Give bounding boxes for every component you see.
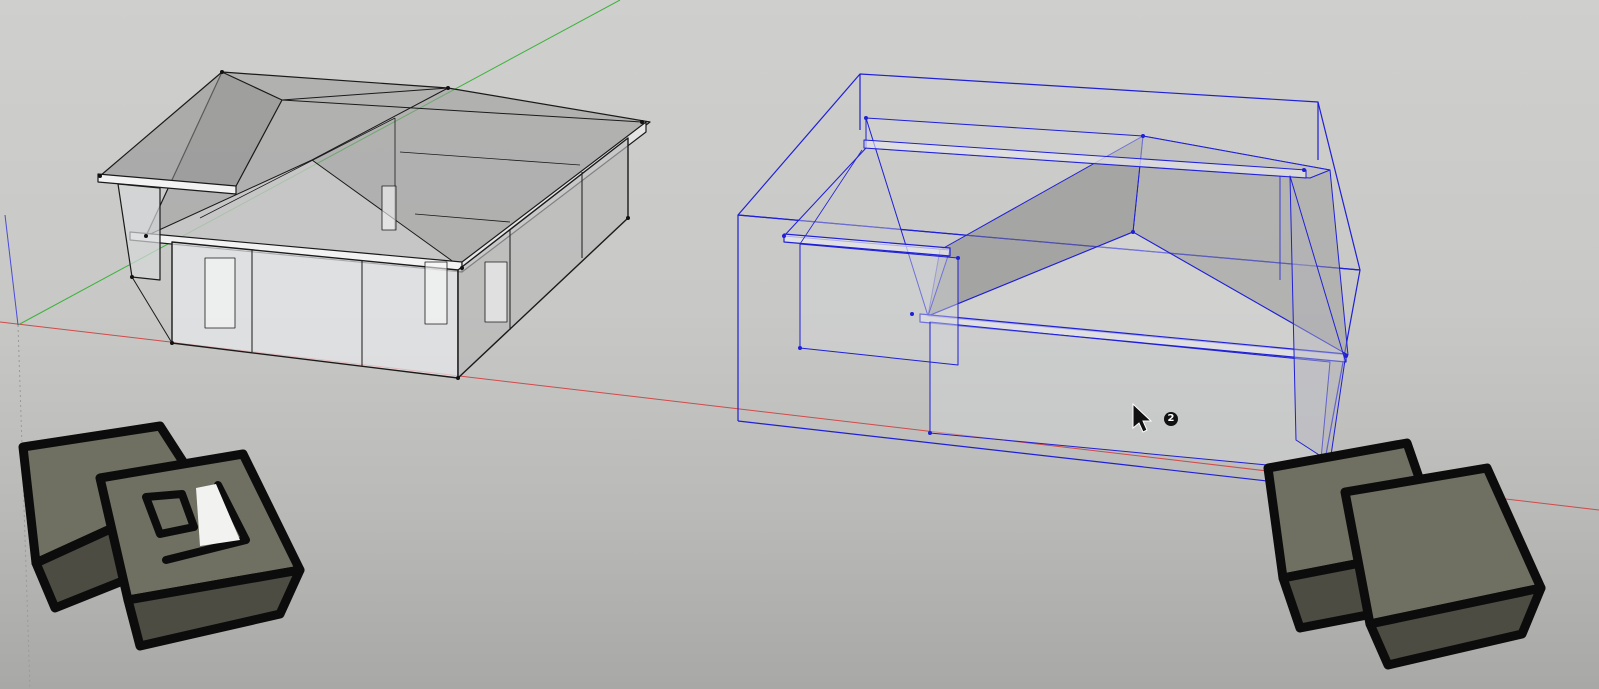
wall-wing <box>117 183 161 281</box>
cursor-badge: 2 <box>1164 412 1178 426</box>
house-right-selected[interactable] <box>737 73 1361 488</box>
door-opening <box>204 257 236 329</box>
blue-axis <box>4 214 19 326</box>
modeling-viewport[interactable]: 2 <box>0 0 1599 689</box>
door-opening <box>424 261 448 325</box>
wall-right-wing <box>799 243 959 366</box>
house-left[interactable] <box>97 70 651 380</box>
wall-edge <box>131 276 173 344</box>
door-opening <box>381 185 397 231</box>
scene-canvas[interactable] <box>0 0 1599 689</box>
component-icon[interactable] <box>1263 438 1546 670</box>
door-opening <box>484 261 508 323</box>
component-icon[interactable] <box>18 421 305 651</box>
